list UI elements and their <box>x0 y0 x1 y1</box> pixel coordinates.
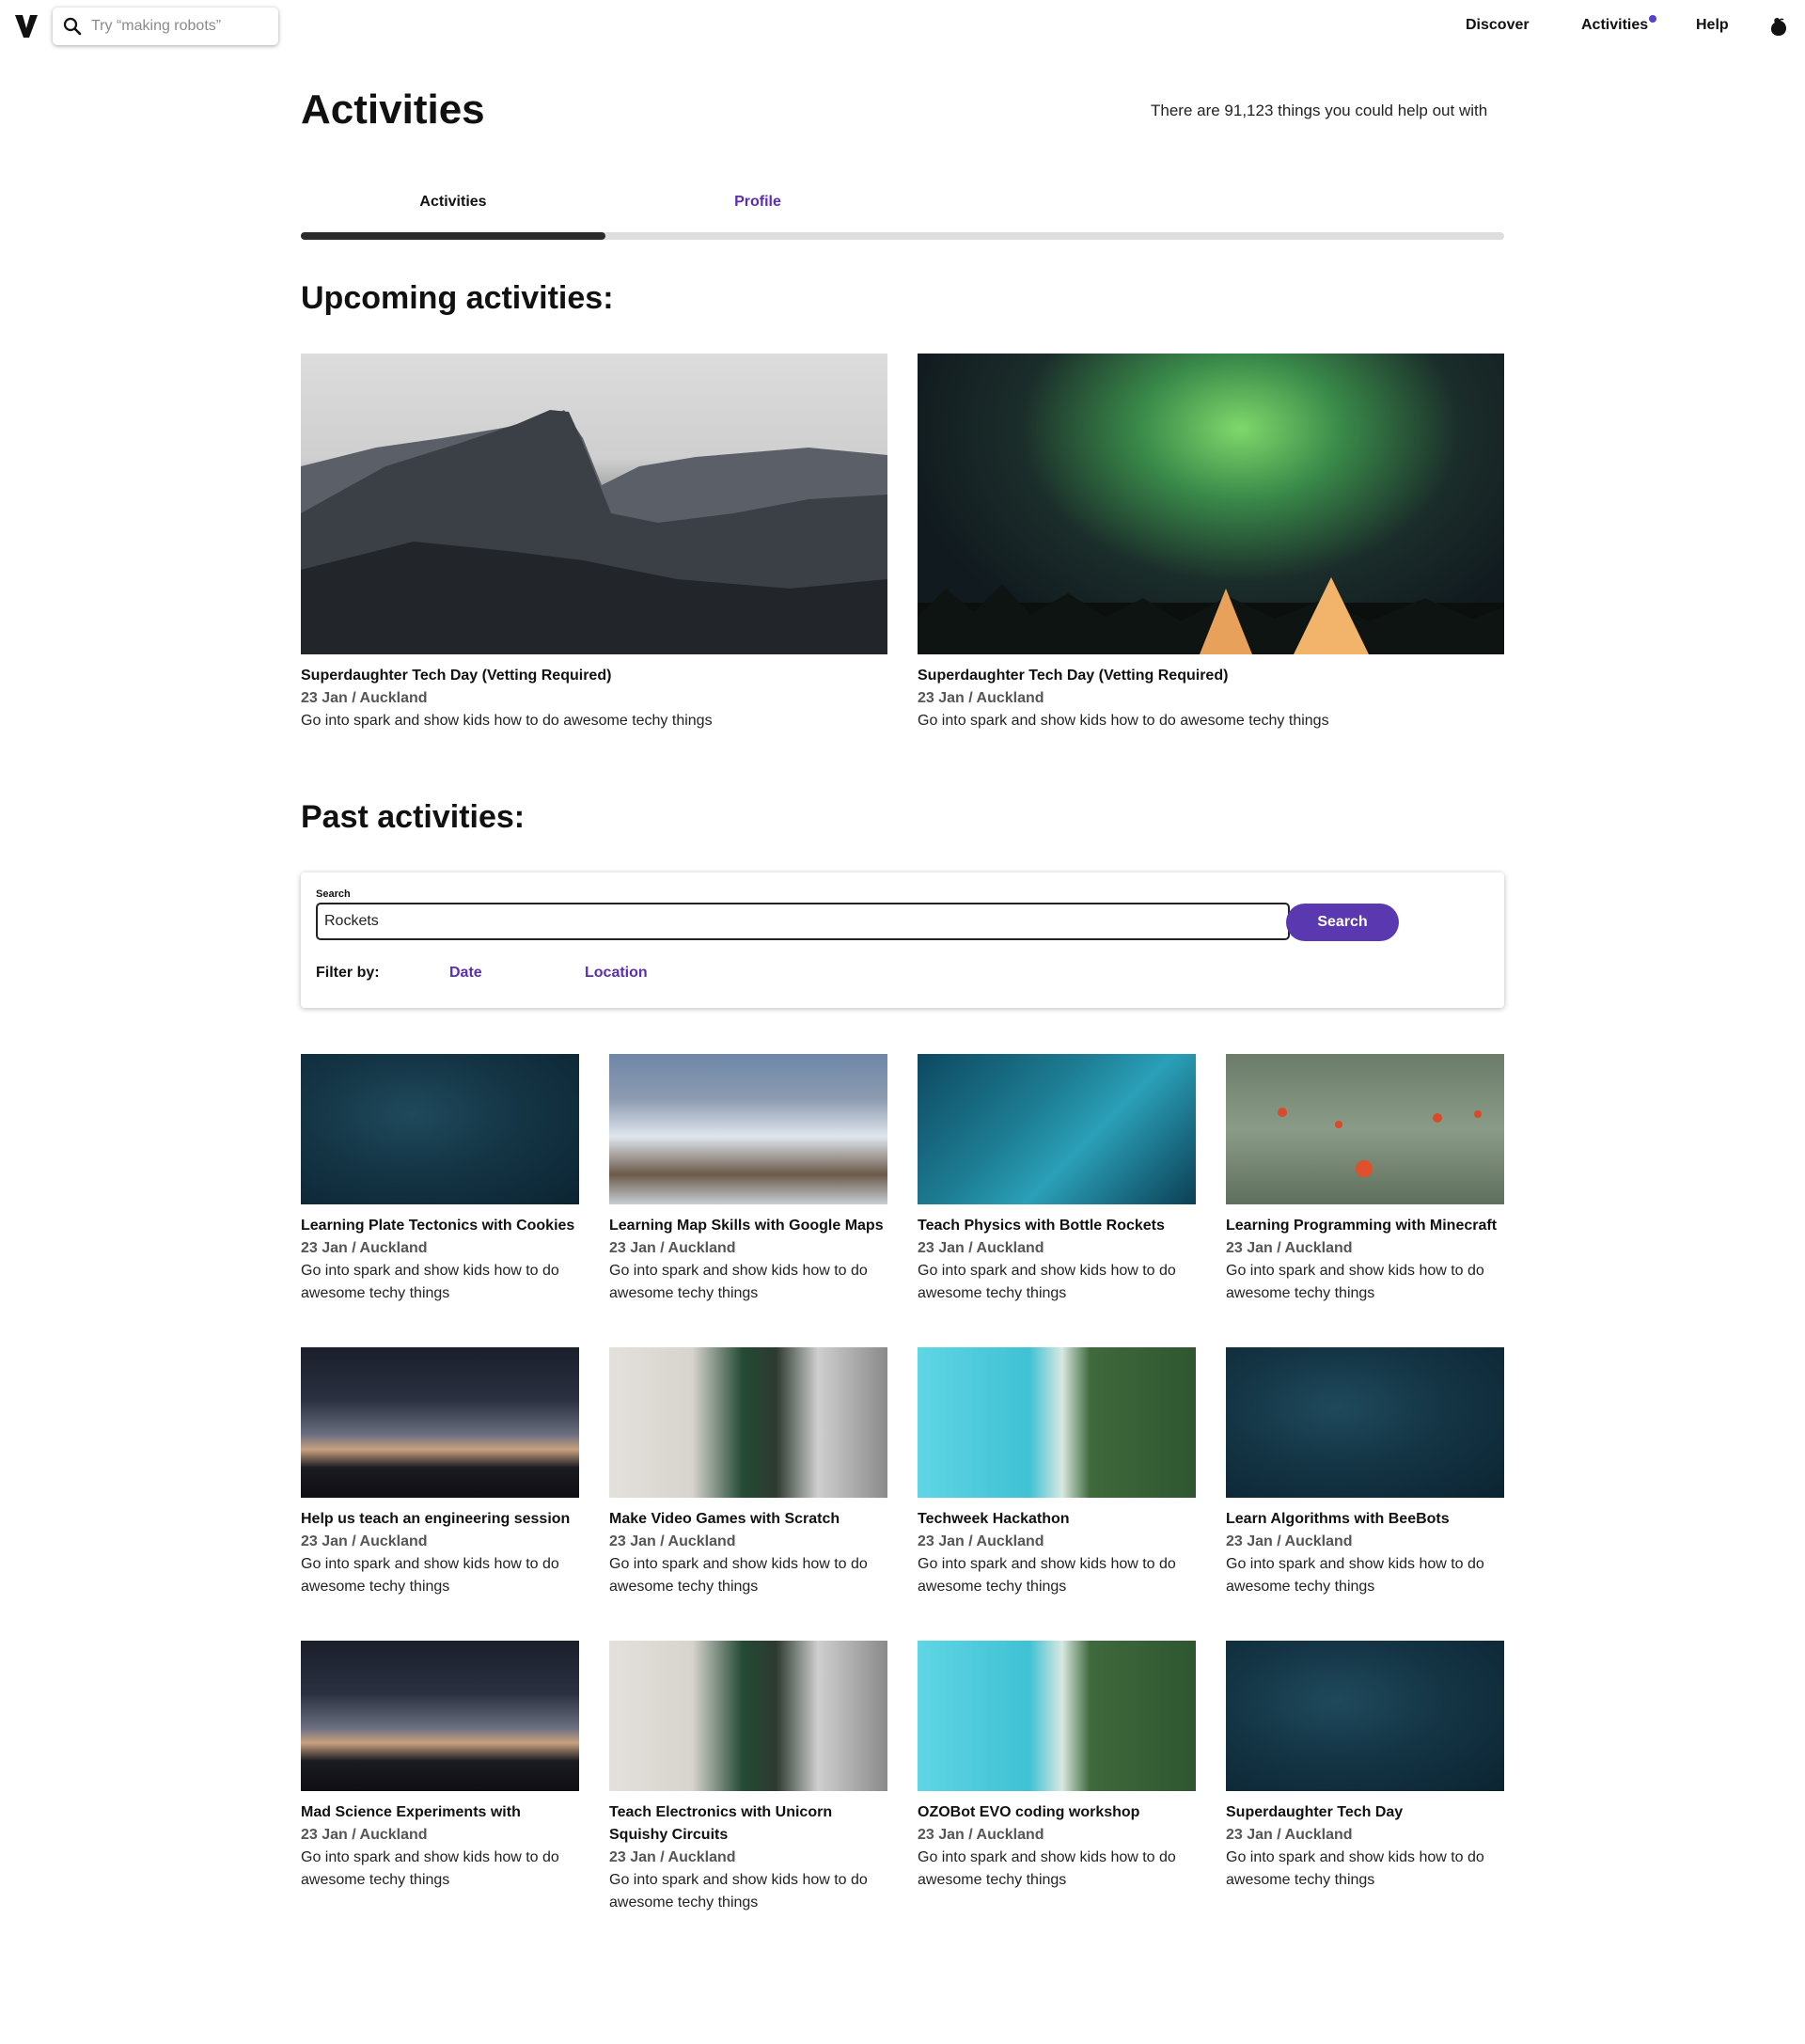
activity-description: Go into spark and show kids how to do aw… <box>301 1849 559 1888</box>
activity-image <box>609 1054 887 1204</box>
user-avatar-icon[interactable] <box>1767 15 1790 38</box>
tab-active-indicator <box>301 232 605 240</box>
search-button[interactable]: Search <box>1286 904 1399 941</box>
logo-v-icon[interactable] <box>13 11 39 39</box>
past-card[interactable]: Learning Map Skills with Google Maps 23 … <box>609 1054 887 1305</box>
tab-activities[interactable]: Activities <box>301 194 605 211</box>
notification-dot <box>1649 15 1656 23</box>
activity-title[interactable]: Learning Plate Tectonics with Cookies <box>301 1215 579 1237</box>
activity-image <box>918 354 1504 654</box>
filter-label: Filter by: <box>316 965 380 981</box>
past-card[interactable]: Teach Physics with Bottle Rockets 23 Jan… <box>918 1054 1196 1305</box>
activity-count-text: There are 91,123 things you could help o… <box>1151 102 1488 119</box>
top-navigation-bar: Try “making robots” Discover Activities … <box>0 0 1805 53</box>
activity-description: Go into spark and show kids how to do aw… <box>918 1849 1176 1888</box>
filter-location[interactable]: Location <box>585 965 648 982</box>
activity-meta: 23 Jan / Auckland <box>1226 1827 1353 1843</box>
past-card[interactable]: Techweek Hackathon 23 Jan / Auckland Go … <box>918 1347 1196 1598</box>
filter-date[interactable]: Date <box>449 965 482 982</box>
past-heading: Past activities: <box>301 799 526 835</box>
activity-meta: 23 Jan / Auckland <box>301 1827 428 1843</box>
past-card[interactable]: Learning Programming with Minecraft 23 J… <box>1226 1054 1504 1305</box>
activity-meta: 23 Jan / Auckland <box>301 1533 428 1549</box>
past-card[interactable]: Teach Electronics with Unicorn Squishy C… <box>609 1641 887 1914</box>
past-card[interactable]: Make Video Games with Scratch 23 Jan / A… <box>609 1347 887 1598</box>
tab-profile[interactable]: Profile <box>605 194 910 211</box>
activity-meta: 23 Jan / Auckland <box>918 1240 1044 1256</box>
activity-title[interactable]: Learn Algorithms with BeeBots <box>1226 1508 1504 1531</box>
activity-image <box>301 354 887 654</box>
page-title: Activities <box>301 86 485 133</box>
activity-title[interactable]: Help us teach an engineering session <box>301 1508 579 1531</box>
activity-meta: 23 Jan / Auckland <box>301 1240 428 1256</box>
activity-title[interactable]: Teach Electronics with Unicorn Squishy C… <box>609 1801 887 1847</box>
activity-description: Go into spark and show kids how to do aw… <box>301 1556 559 1595</box>
activity-meta: 23 Jan / Auckland <box>1226 1533 1353 1549</box>
past-card[interactable]: OZOBot EVO coding workshop 23 Jan / Auck… <box>918 1641 1196 1892</box>
activity-meta: 23 Jan / Auckland <box>301 690 428 706</box>
activity-image <box>918 1641 1196 1791</box>
activity-description: Go into spark and show kids how to do aw… <box>301 713 713 729</box>
activity-image <box>918 1347 1196 1498</box>
activity-description: Go into spark and show kids how to do aw… <box>609 1872 868 1910</box>
activity-image <box>1226 1054 1504 1204</box>
activity-image <box>1226 1347 1504 1498</box>
activity-meta: 23 Jan / Auckland <box>609 1240 736 1256</box>
activity-meta: 23 Jan / Auckland <box>1226 1240 1353 1256</box>
activity-image <box>609 1347 887 1498</box>
activity-description: Go into spark and show kids how to do aw… <box>918 1263 1176 1301</box>
activity-image <box>1226 1641 1504 1791</box>
activity-title[interactable]: Superdaughter Tech Day (Vetting Required… <box>918 665 1504 687</box>
activity-description: Go into spark and show kids how to do aw… <box>918 713 1329 729</box>
past-card[interactable]: Mad Science Experiments with 23 Jan / Au… <box>301 1641 579 1892</box>
activity-title[interactable]: Superdaughter Tech Day (Vetting Required… <box>301 665 887 687</box>
nav-help[interactable]: Help <box>1696 17 1729 34</box>
activity-image <box>301 1347 579 1498</box>
upcoming-heading: Upcoming activities: <box>301 280 614 316</box>
search-field-label: Search <box>316 888 351 900</box>
activity-description: Go into spark and show kids how to do aw… <box>301 1263 559 1301</box>
activity-title[interactable]: Learning Map Skills with Google Maps <box>609 1215 887 1237</box>
activity-description: Go into spark and show kids how to do aw… <box>1226 1849 1484 1888</box>
activity-meta: 23 Jan / Auckland <box>918 1533 1044 1549</box>
activity-meta: 23 Jan / Auckland <box>918 690 1044 706</box>
search-placeholder: Try “making robots” <box>91 18 222 34</box>
activity-title[interactable]: OZOBot EVO coding workshop <box>918 1801 1196 1824</box>
nav-activities[interactable]: Activities <box>1581 17 1648 34</box>
past-search-input[interactable] <box>316 903 1290 940</box>
search-icon <box>63 17 82 36</box>
upcoming-card[interactable]: Superdaughter Tech Day (Vetting Required… <box>301 354 887 732</box>
activity-image <box>301 1054 579 1204</box>
activity-meta: 23 Jan / Auckland <box>918 1827 1044 1843</box>
activity-title[interactable]: Techweek Hackathon <box>918 1508 1196 1531</box>
activity-description: Go into spark and show kids how to do aw… <box>1226 1556 1484 1595</box>
activity-title[interactable]: Learning Programming with Minecraft <box>1226 1215 1504 1237</box>
global-search-input[interactable]: Try “making robots” <box>53 8 278 45</box>
past-card[interactable]: Learn Algorithms with BeeBots 23 Jan / A… <box>1226 1347 1504 1598</box>
past-card[interactable]: Learning Plate Tectonics with Cookies 23… <box>301 1054 579 1305</box>
activity-description: Go into spark and show kids how to do aw… <box>1226 1263 1484 1301</box>
activity-meta: 23 Jan / Auckland <box>609 1533 736 1549</box>
past-search-panel: Search Search Filter by: Date Location <box>301 873 1504 1008</box>
activity-description: Go into spark and show kids how to do aw… <box>918 1556 1176 1595</box>
nav-discover[interactable]: Discover <box>1466 17 1530 34</box>
activity-description: Go into spark and show kids how to do aw… <box>609 1556 868 1595</box>
activity-image <box>918 1054 1196 1204</box>
upcoming-card[interactable]: Superdaughter Tech Day (Vetting Required… <box>918 354 1504 732</box>
activity-title[interactable]: Mad Science Experiments with <box>301 1801 579 1824</box>
activity-description: Go into spark and show kids how to do aw… <box>609 1263 868 1301</box>
activity-meta: 23 Jan / Auckland <box>609 1849 736 1865</box>
past-card[interactable]: Help us teach an engineering session 23 … <box>301 1347 579 1598</box>
past-card[interactable]: Superdaughter Tech Day 23 Jan / Auckland… <box>1226 1641 1504 1892</box>
activity-title[interactable]: Superdaughter Tech Day <box>1226 1801 1504 1824</box>
activity-title[interactable]: Teach Physics with Bottle Rockets <box>918 1215 1196 1237</box>
activity-image <box>301 1641 579 1791</box>
activity-image <box>609 1641 887 1791</box>
activity-title[interactable]: Make Video Games with Scratch <box>609 1508 887 1531</box>
